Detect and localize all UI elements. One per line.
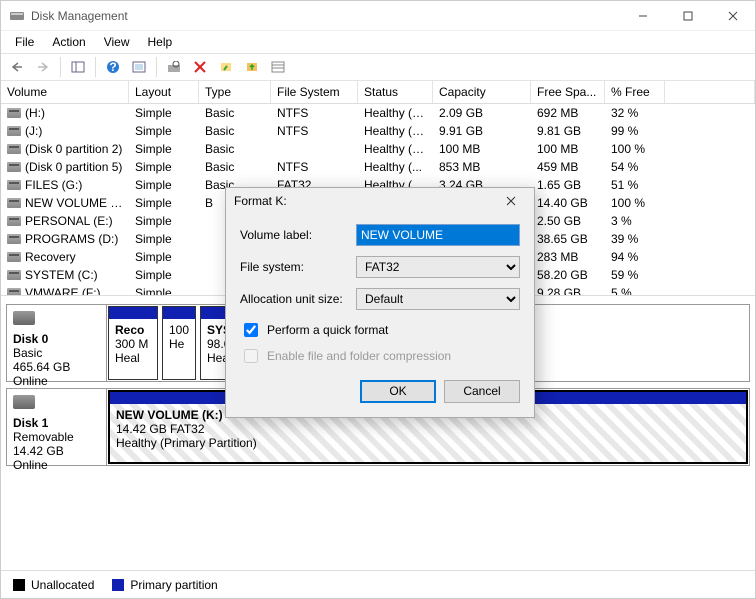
volume-row[interactable]: (J:) SimpleBasicNTFS Healthy (P...9.91 G… bbox=[1, 122, 755, 140]
disk-0-size: 465.64 GB bbox=[13, 360, 100, 374]
disk-0-partition[interactable]: Reco300 MHeal bbox=[108, 306, 158, 380]
col-status[interactable]: Status bbox=[358, 81, 433, 103]
volume-icon bbox=[7, 108, 21, 118]
compression-input bbox=[244, 349, 258, 363]
disk-0-partition[interactable]: 100He bbox=[162, 306, 196, 380]
volume-row[interactable]: (Disk 0 partition 5) SimpleBasicNTFS Hea… bbox=[1, 158, 755, 176]
volume-icon bbox=[7, 234, 21, 244]
help-button[interactable]: ? bbox=[101, 56, 125, 78]
quick-format-checkbox[interactable]: Perform a quick format bbox=[240, 320, 520, 340]
allocation-select[interactable]: Default bbox=[356, 288, 520, 310]
volume-icon bbox=[7, 288, 21, 296]
volume-label-label: Volume label: bbox=[240, 228, 356, 242]
dialog-close-button[interactable] bbox=[496, 190, 526, 212]
disk-0-header: Disk 0 Basic 465.64 GB Online bbox=[7, 305, 107, 381]
close-button[interactable] bbox=[710, 1, 755, 30]
window-title: Disk Management bbox=[31, 9, 128, 23]
col-pctfree[interactable]: % Free bbox=[605, 81, 665, 103]
filesystem-label: File system: bbox=[240, 260, 356, 274]
disk-1-header: Disk 1 Removable 14.42 GB Online bbox=[7, 389, 107, 465]
disk-1-title: Disk 1 bbox=[13, 416, 100, 430]
action-button[interactable] bbox=[214, 56, 238, 78]
properties-button[interactable] bbox=[162, 56, 186, 78]
disk-1-size: 14.42 GB bbox=[13, 444, 100, 458]
disk-icon bbox=[13, 395, 35, 409]
quick-format-input[interactable] bbox=[244, 323, 258, 337]
cancel-button[interactable]: Cancel bbox=[444, 380, 520, 403]
col-filesystem[interactable]: File System bbox=[271, 81, 358, 103]
col-layout[interactable]: Layout bbox=[129, 81, 199, 103]
maximize-button[interactable] bbox=[665, 1, 710, 30]
volume-label-input[interactable] bbox=[356, 224, 520, 246]
titlebar: Disk Management bbox=[1, 1, 755, 31]
volume-row[interactable]: (Disk 0 partition 2) SimpleBasic Healthy… bbox=[1, 140, 755, 158]
delete-button[interactable] bbox=[188, 56, 212, 78]
disk-0-type: Basic bbox=[13, 346, 100, 360]
disk-1-type: Removable bbox=[13, 430, 100, 444]
legend: Unallocated Primary partition bbox=[1, 570, 755, 598]
disk-0-status: Online bbox=[13, 374, 100, 388]
volume-icon bbox=[7, 162, 21, 172]
app-icon bbox=[9, 8, 25, 24]
list-button[interactable] bbox=[266, 56, 290, 78]
menubar: File Action View Help bbox=[1, 31, 755, 53]
allocation-label: Allocation unit size: bbox=[240, 292, 356, 306]
volume-icon bbox=[7, 144, 21, 154]
forward-button[interactable] bbox=[31, 56, 55, 78]
disk-1-status: Online bbox=[13, 458, 100, 472]
back-button[interactable] bbox=[5, 56, 29, 78]
disk-management-window: Disk Management File Action View Help ? … bbox=[0, 0, 756, 599]
menu-file[interactable]: File bbox=[7, 33, 42, 51]
svg-text:?: ? bbox=[109, 60, 116, 74]
menu-view[interactable]: View bbox=[96, 33, 138, 51]
dialog-title: Format K: bbox=[234, 194, 496, 208]
filesystem-select[interactable]: FAT32 bbox=[356, 256, 520, 278]
refresh-button[interactable] bbox=[127, 56, 151, 78]
col-spacer bbox=[665, 81, 755, 103]
volume-icon bbox=[7, 198, 21, 208]
partition-status: Healthy (Primary Partition) bbox=[116, 436, 740, 450]
compression-checkbox: Enable file and folder compression bbox=[240, 346, 520, 366]
col-freespace[interactable]: Free Spa... bbox=[531, 81, 605, 103]
volume-icon bbox=[7, 252, 21, 262]
volume-icon bbox=[7, 180, 21, 190]
col-volume[interactable]: Volume bbox=[1, 81, 129, 103]
minimize-button[interactable] bbox=[620, 1, 665, 30]
disk-0-title: Disk 0 bbox=[13, 332, 100, 346]
toolbar-separator bbox=[156, 57, 157, 77]
col-capacity[interactable]: Capacity bbox=[433, 81, 531, 103]
action2-button[interactable] bbox=[240, 56, 264, 78]
partition-size: 14.42 GB FAT32 bbox=[116, 422, 740, 436]
col-type[interactable]: Type bbox=[199, 81, 271, 103]
toolbar-separator bbox=[60, 57, 61, 77]
ok-button[interactable]: OK bbox=[360, 380, 436, 403]
menu-help[interactable]: Help bbox=[140, 33, 181, 51]
column-headers: Volume Layout Type File System Status Ca… bbox=[1, 81, 755, 104]
disk-icon bbox=[13, 311, 35, 325]
legend-unallocated: Unallocated bbox=[13, 578, 94, 592]
menu-action[interactable]: Action bbox=[44, 33, 93, 51]
volume-icon bbox=[7, 270, 21, 280]
legend-primary: Primary partition bbox=[112, 578, 217, 592]
format-dialog: Format K: Volume label: File system: FAT… bbox=[225, 187, 535, 418]
toolbar-separator bbox=[95, 57, 96, 77]
volume-row[interactable]: (H:) SimpleBasicNTFS Healthy (P...2.09 G… bbox=[1, 104, 755, 122]
volume-icon bbox=[7, 126, 21, 136]
volume-icon bbox=[7, 216, 21, 226]
toolbar: ? bbox=[1, 53, 755, 81]
show-hide-button[interactable] bbox=[66, 56, 90, 78]
